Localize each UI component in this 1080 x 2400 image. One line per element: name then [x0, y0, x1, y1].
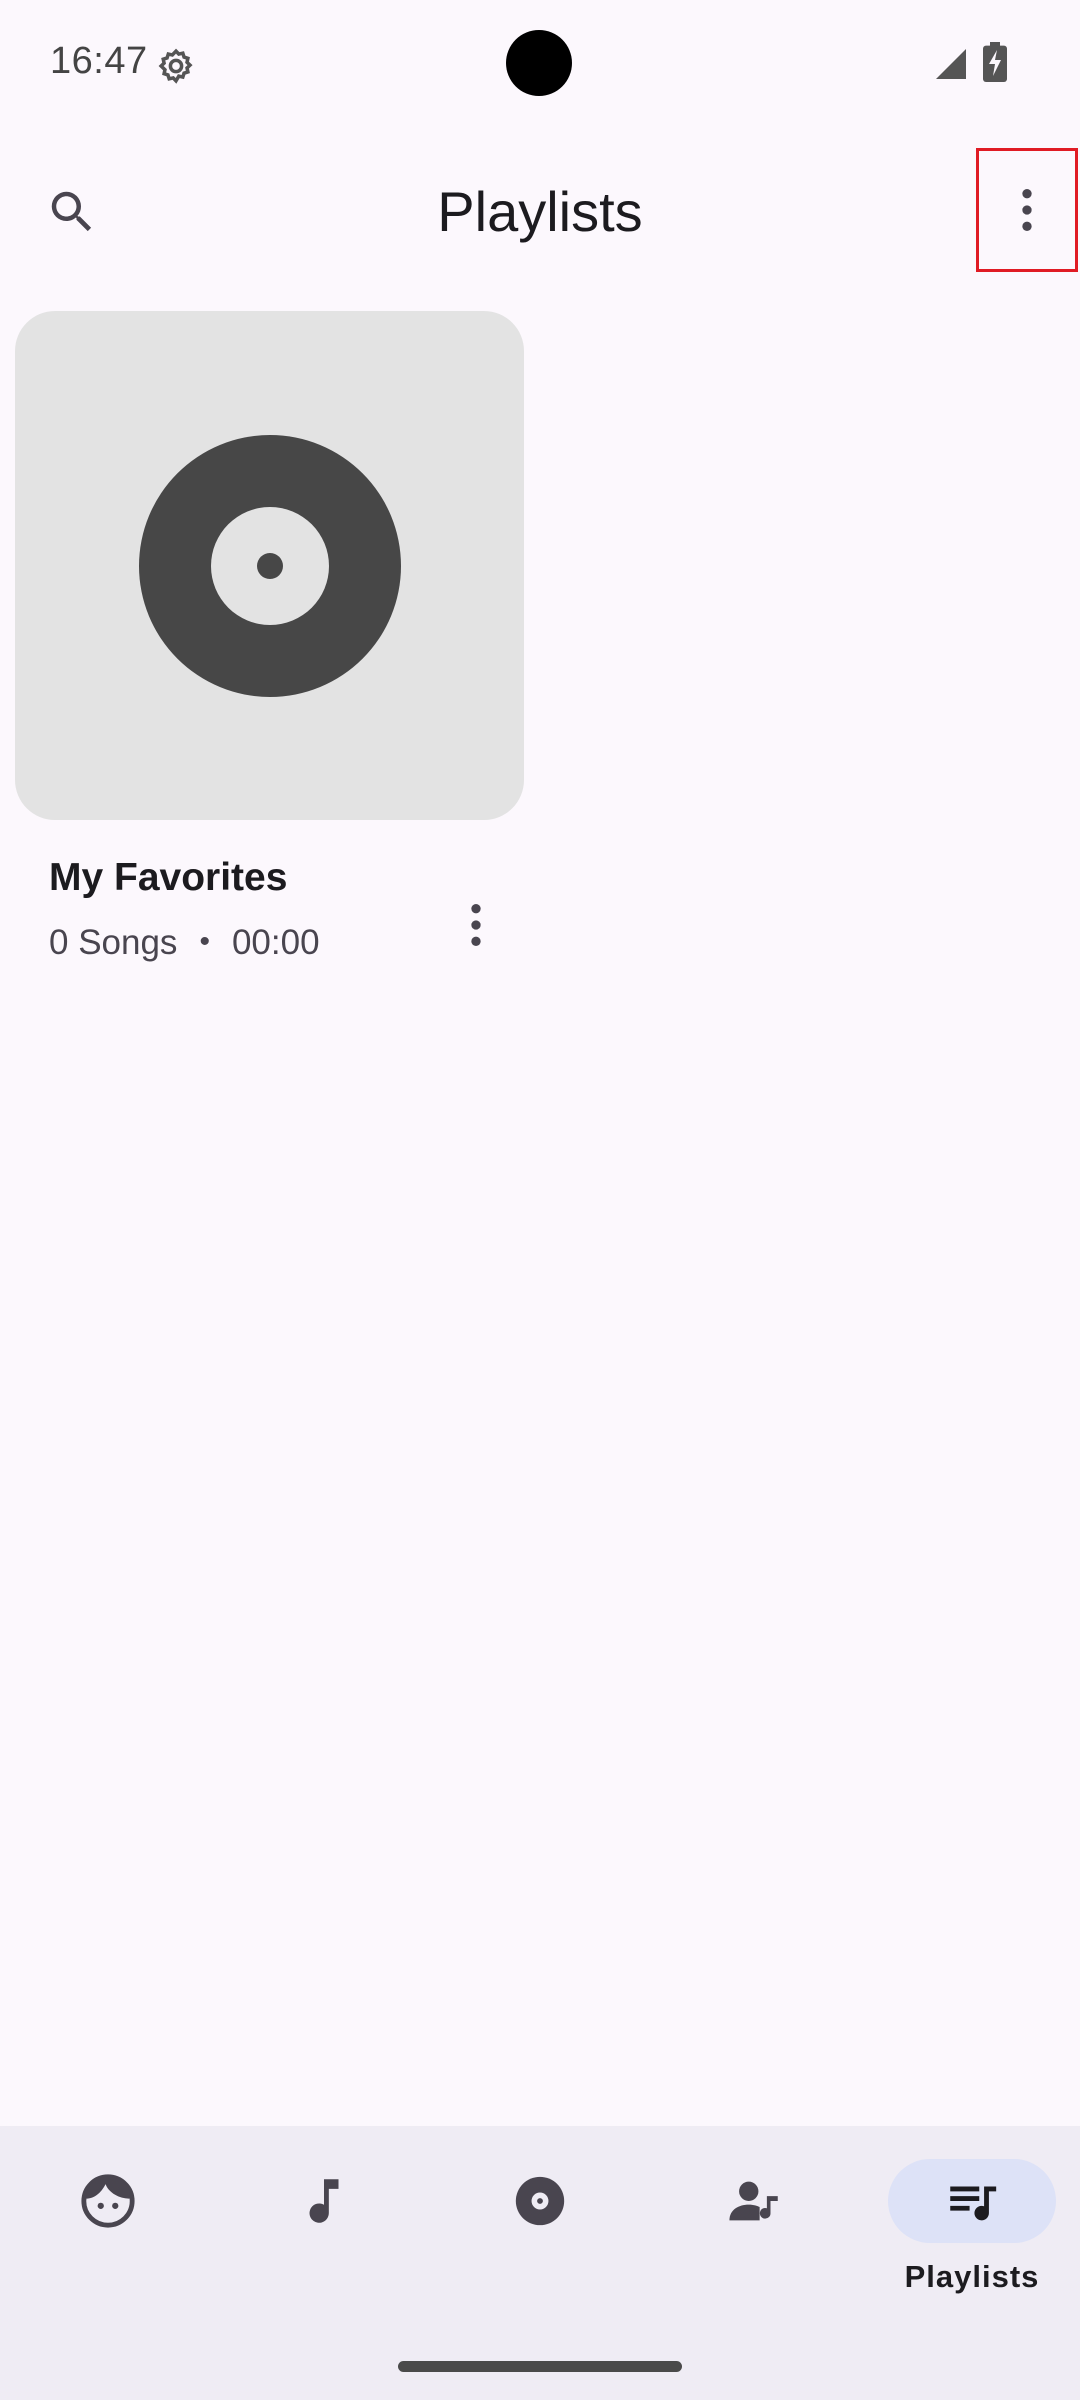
music-note-icon [309, 2179, 339, 2223]
page-title: Playlists [437, 180, 643, 243]
nav-item-artists[interactable] [648, 2126, 864, 2326]
more-vert-icon [1022, 189, 1032, 231]
nav-active-pill [888, 2159, 1056, 2243]
artist-icon [729, 2181, 778, 2221]
settings-icon [158, 48, 193, 84]
search-icon [51, 191, 92, 232]
nav-icon-container [672, 2159, 840, 2243]
camera-cutout [506, 30, 572, 96]
nav-label-playlists: Playlists [904, 2259, 1040, 2294]
battery-charging-icon [983, 42, 1007, 82]
queue-music-icon [950, 2186, 997, 2221]
top-app-bar: Playlists [0, 140, 1080, 284]
nav-icon-container [24, 2159, 192, 2243]
face-icon [81, 2174, 135, 2228]
nav-icon-container [456, 2159, 624, 2243]
signal-icon [936, 49, 966, 79]
vinyl-record-icon [138, 434, 401, 697]
playlist-card[interactable]: My Favorites 0 Songs • 00:00 [15, 311, 524, 991]
nav-item-for-you[interactable] [0, 2126, 216, 2326]
nav-item-playlists[interactable]: Playlists [864, 2126, 1080, 2326]
playlist-duration: 00:00 [231, 923, 320, 962]
nav-icon-container [240, 2159, 408, 2243]
status-time: 16:47 [50, 40, 148, 82]
playlist-name: My Favorites [49, 856, 288, 899]
nav-item-songs[interactable] [216, 2126, 432, 2326]
album-icon [515, 2176, 565, 2226]
more-options-button[interactable] [976, 148, 1078, 272]
playlist-cover[interactable] [15, 311, 524, 820]
more-vert-icon [471, 904, 481, 946]
search-button[interactable] [30, 170, 114, 254]
status-bar: 16:47 [0, 0, 1080, 130]
home-indicator[interactable] [398, 2361, 682, 2372]
meta-separator: • [199, 925, 210, 958]
bottom-navigation: Playlists [0, 2126, 1080, 2400]
playlist-menu-button[interactable] [421, 875, 531, 975]
playlist-meta: 0 Songs • 00:00 [49, 923, 320, 963]
playlist-song-count: 0 Songs [49, 923, 178, 962]
nav-item-albums[interactable] [432, 2126, 648, 2326]
